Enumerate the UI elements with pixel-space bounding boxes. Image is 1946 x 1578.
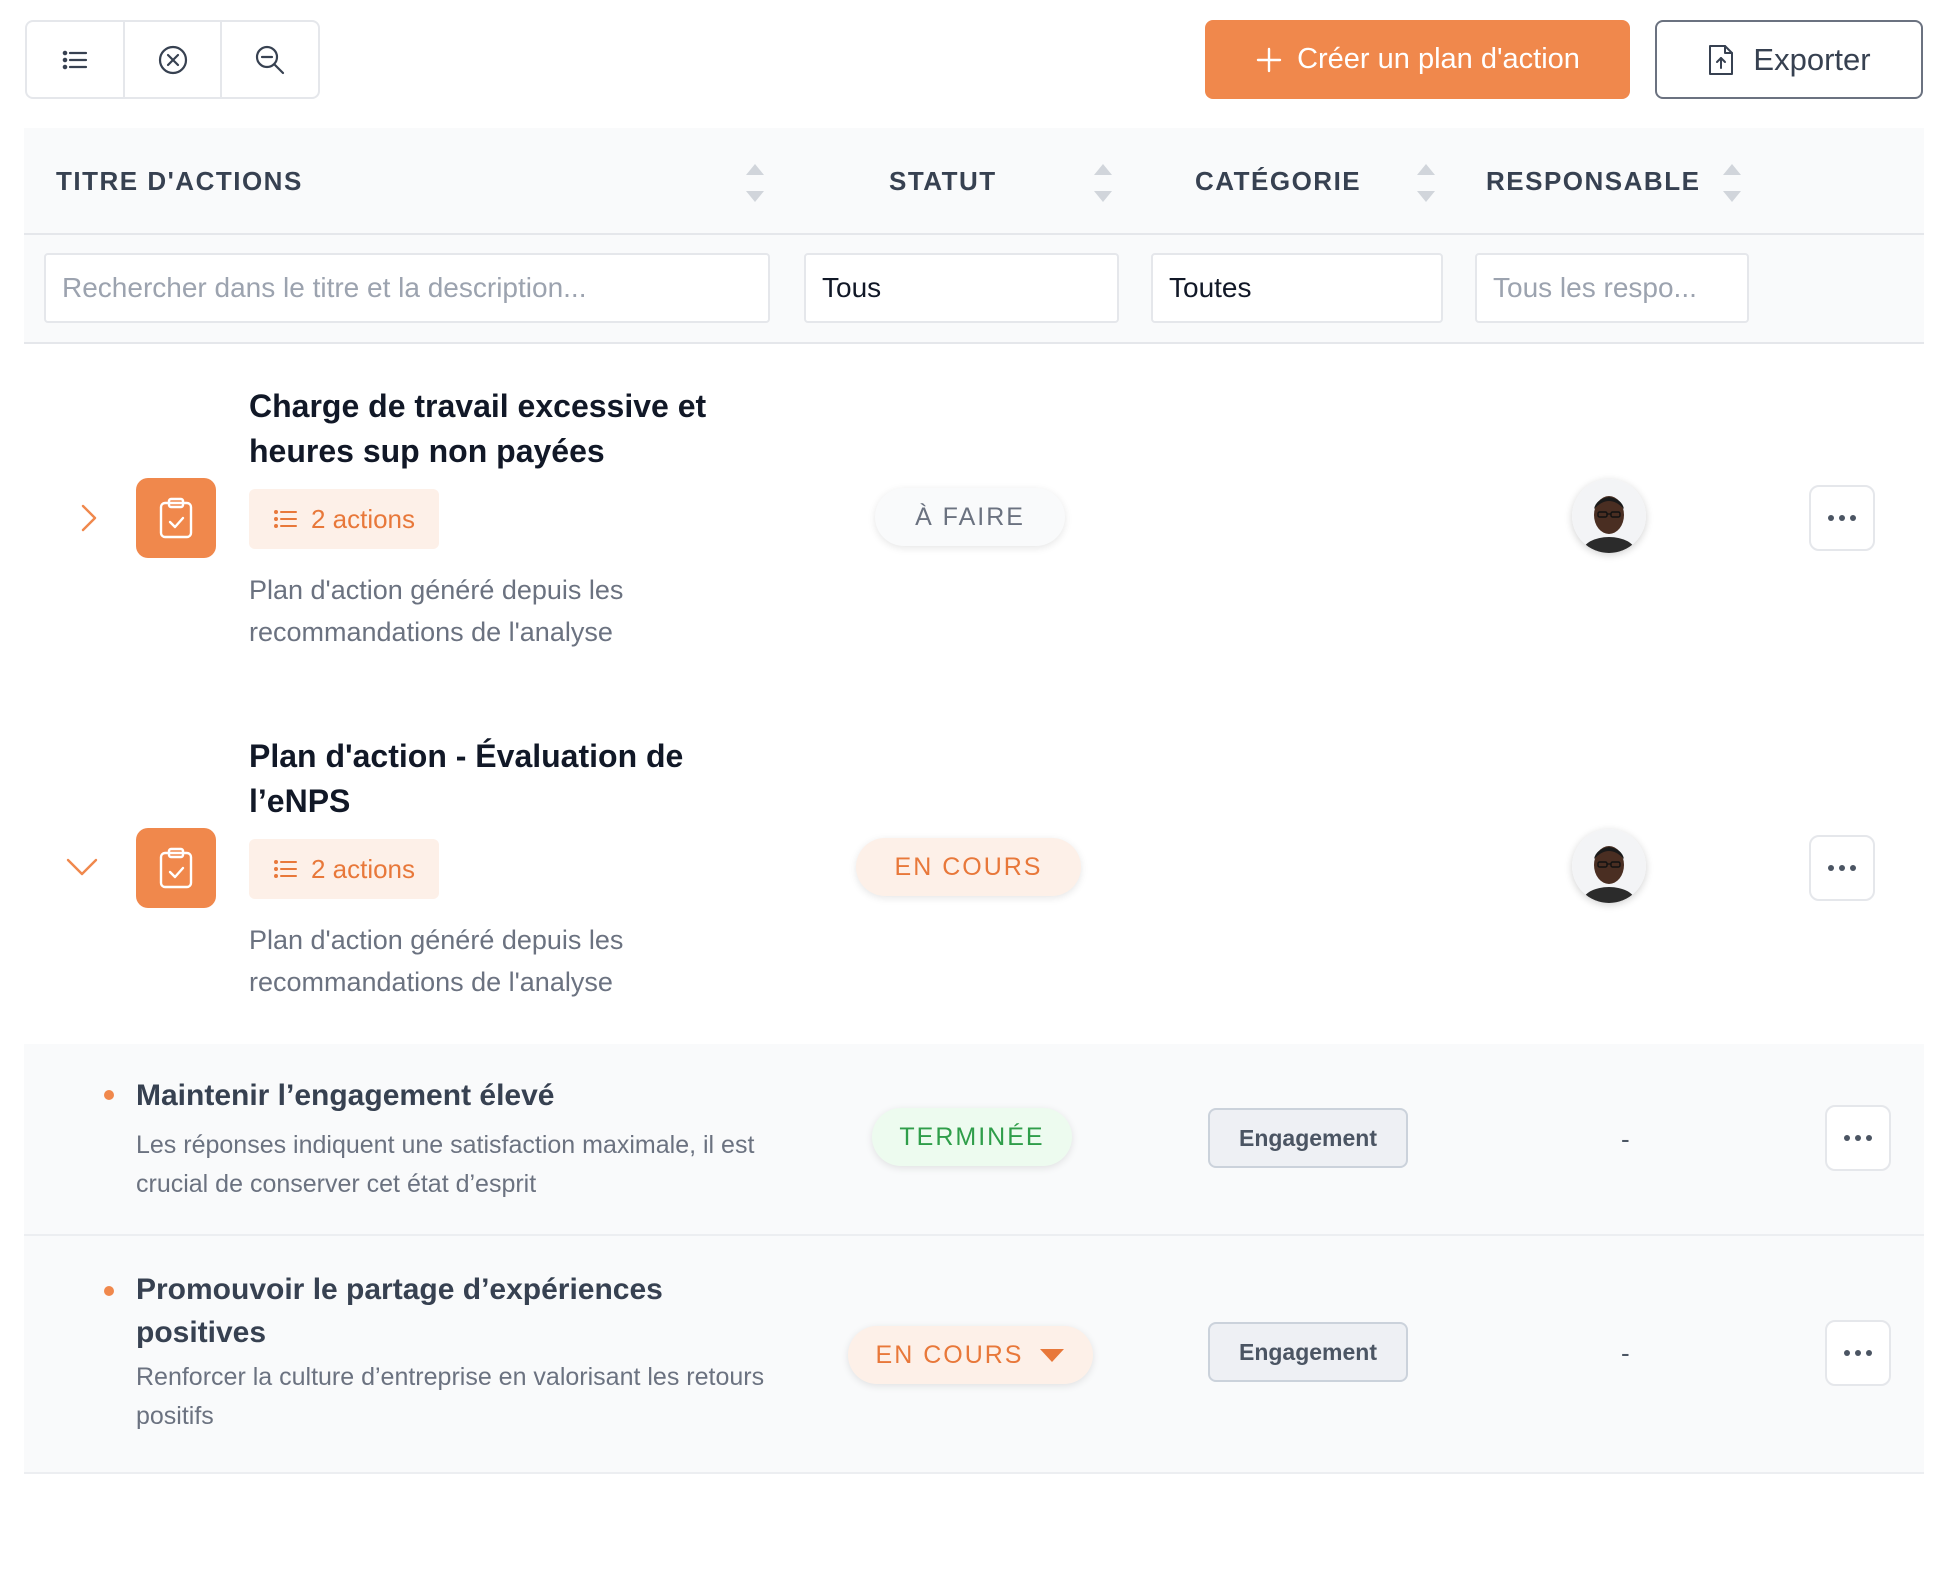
action-row[interactable]: Promouvoir le partage d’expériences posi… [24, 1236, 1924, 1472]
plan-title[interactable]: Charge de travail excessive et heures su… [249, 384, 769, 474]
status-badge[interactable]: TERMINÉE [872, 1108, 1072, 1166]
status-label: EN COURS [875, 1340, 1024, 1369]
table-row[interactable]: Plan d'action - Évaluation de l’eNPS 2 a… [24, 696, 1924, 1044]
toolbar: Créer un plan d'action Exporter [0, 0, 1946, 120]
table-header: TITRE D'ACTIONS STATUT CATÉGORIE RESPONS… [24, 128, 1924, 235]
plan-title[interactable]: Plan d'action - Évaluation de l’eNPS [249, 734, 769, 824]
action-description: Renforcer la culture d’entreprise en val… [136, 1363, 765, 1430]
more-options-button[interactable] [1809, 835, 1875, 901]
create-action-plan-button[interactable]: Créer un plan d'action [1205, 20, 1630, 99]
actions-count-label: 2 actions [310, 853, 416, 884]
bullet-icon [104, 1090, 114, 1100]
category-filter-select[interactable]: Toutes [1151, 253, 1443, 323]
action-row[interactable]: Maintenir l’engagement élevé Les réponse… [24, 1044, 1924, 1234]
category-tag: Engagement [1208, 1322, 1408, 1382]
plan-description: Plan d'action généré depuis les recomman… [249, 925, 624, 997]
list-icon [62, 50, 87, 69]
status-label: À FAIRE [915, 502, 1025, 531]
column-header-status[interactable]: STATUT [889, 128, 997, 235]
view-tools [25, 20, 320, 99]
column-header-category[interactable]: CATÉGORIE [1195, 128, 1361, 235]
zoom-out-icon [256, 45, 285, 74]
search-input[interactable] [44, 253, 770, 323]
clear-filter-icon [158, 45, 187, 74]
sort-owner-icon[interactable] [1723, 164, 1741, 202]
list-icon [273, 860, 297, 878]
action-description: Les réponses indiquent une satisfaction … [136, 1131, 755, 1198]
sort-status-icon[interactable] [1094, 164, 1112, 202]
actions-count-badge[interactable]: 2 actions [249, 839, 439, 899]
file-upload-icon [1709, 44, 1734, 75]
user-avatar-icon [1572, 479, 1646, 553]
chevron-down-icon[interactable] [62, 846, 102, 886]
clipboard-check-icon [136, 828, 216, 908]
owner-filter-select[interactable]: Tous les respo... [1475, 253, 1749, 323]
category-tag: Engagement [1208, 1108, 1408, 1168]
clipboard-check-icon [136, 478, 216, 558]
owner-value: - [1621, 1124, 1630, 1154]
more-options-button[interactable] [1809, 485, 1875, 551]
actions-count-label: 2 actions [310, 503, 416, 534]
user-avatar-icon [1572, 829, 1646, 903]
plan-description: Plan d'action généré depuis les recomman… [249, 575, 624, 647]
status-badge[interactable]: EN COURS [856, 838, 1081, 896]
bullet-icon [104, 1286, 114, 1296]
action-title[interactable]: Maintenir l’engagement élevé [136, 1074, 756, 1117]
more-options-button[interactable] [1825, 1105, 1891, 1171]
column-header-owner[interactable]: RESPONSABLE [1486, 128, 1700, 235]
export-button[interactable]: Exporter [1655, 20, 1923, 99]
avatar[interactable] [1572, 479, 1646, 553]
zoom-out-button[interactable] [222, 22, 318, 97]
column-header-title[interactable]: TITRE D'ACTIONS [56, 128, 303, 235]
status-label: EN COURS [894, 852, 1043, 881]
more-options-button[interactable] [1825, 1320, 1891, 1386]
actions-count-badge[interactable]: 2 actions [249, 489, 439, 549]
sort-category-icon[interactable] [1417, 164, 1435, 202]
create-action-plan-label: Créer un plan d'action [1297, 43, 1580, 75]
export-label: Exporter [1753, 41, 1871, 77]
list-icon [273, 510, 297, 528]
plus-icon [1256, 47, 1282, 72]
avatar[interactable] [1572, 829, 1646, 903]
chevron-right-icon[interactable] [68, 498, 108, 538]
status-badge[interactable]: À FAIRE [875, 488, 1065, 546]
filter-row: Tous Toutes Tous les respo... [24, 237, 1924, 344]
action-title[interactable]: Promouvoir le partage d’expériences posi… [136, 1268, 756, 1354]
status-filter-select[interactable]: Tous [804, 253, 1119, 323]
table-row[interactable]: Charge de travail excessive et heures su… [24, 346, 1924, 696]
status-dropdown[interactable]: EN COURS [848, 1326, 1093, 1384]
owner-value: - [1621, 1338, 1630, 1368]
list-view-button[interactable] [27, 22, 125, 97]
sort-title-icon[interactable] [746, 164, 764, 202]
clear-filters-button[interactable] [125, 22, 223, 97]
caret-down-icon [1040, 1349, 1065, 1362]
status-label: TERMINÉE [899, 1122, 1045, 1151]
row-divider [24, 1472, 1924, 1474]
